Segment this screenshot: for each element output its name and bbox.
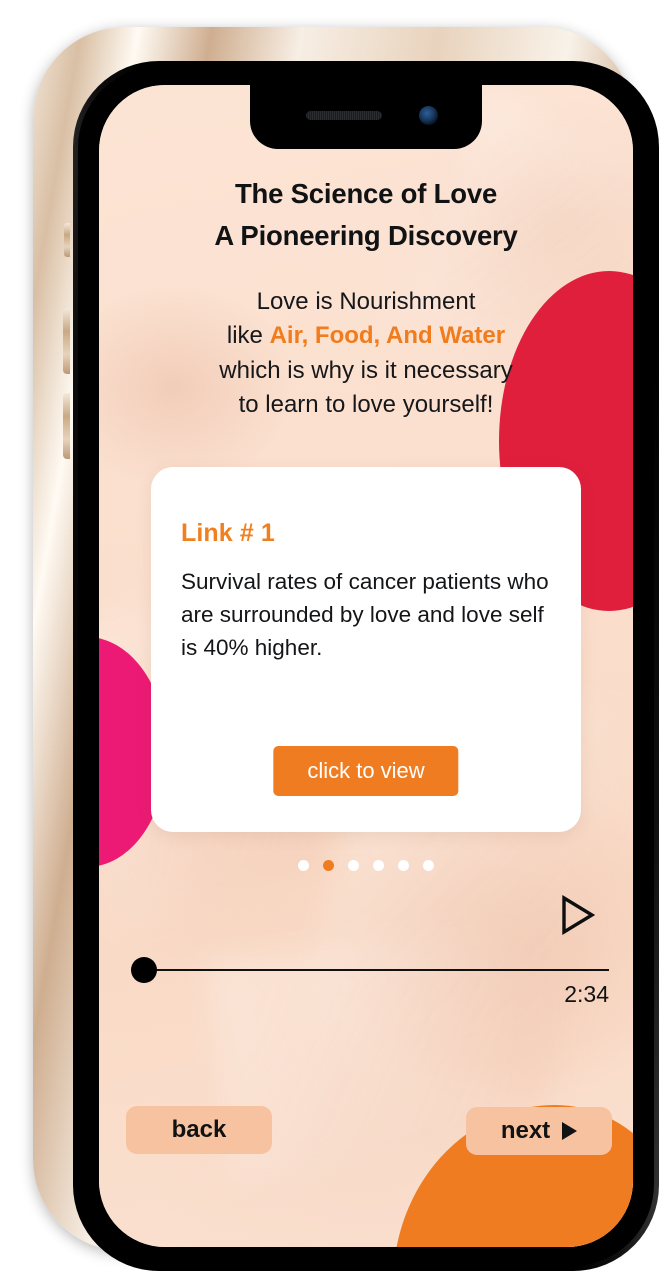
play-triangle-filled-icon [562,1122,578,1140]
back-button[interactable]: back [126,1106,272,1154]
play-button[interactable] [559,894,596,936]
phone-frame-outer: The Science of Love A Pioneering Discove… [33,27,659,1271]
page-title-line-1: The Science of Love [234,178,498,209]
next-button-label: next [500,1117,551,1144]
pagination-dot-2[interactable] [323,860,334,871]
screenshot-stage: The Science of Love A Pioneering Discove… [0,0,667,1278]
link-card-body: Survival rates of cancer patients who ar… [181,569,549,660]
next-button[interactable]: next [466,1107,612,1155]
mute-switch-button[interactable] [64,223,70,257]
time-remaining-label: 2:34 [564,981,609,1007]
subtitle-line-3: which is why is it necessary [219,356,513,384]
pagination-dot-3[interactable] [348,860,359,871]
subtitle-line-2-prefix: like [226,322,270,350]
subtitle-line-4: to learn to love yourself! [238,390,494,418]
speaker-grille-icon [306,111,382,120]
play-triangle-outline-icon [562,894,596,936]
pagination-dots [99,860,633,871]
page-title-line-2: A Pioneering Discovery [214,219,518,251]
progress-knob[interactable] [131,957,157,983]
pagination-dot-5[interactable] [398,860,409,871]
subtitle-line-1: Love is Nourishment [256,288,476,315]
phone-screen: The Science of Love A Pioneering Discove… [99,85,633,1247]
back-button-label: back [171,1116,227,1143]
subtitle-line-2: like Air, Food, And Water [113,319,619,353]
click-to-view-button[interactable]: click to view [273,746,459,796]
subtitle-highlight: Air, Food, And Water [269,322,506,350]
volume-down-button[interactable] [63,393,70,459]
device-notch [250,85,482,149]
progress-scrubber[interactable] [131,957,609,983]
subtitle-block: Love is Nourishment like Air, Food, And … [99,285,633,422]
app-content: The Science of Love A Pioneering Discove… [99,85,633,1247]
pagination-dot-4[interactable] [373,860,384,871]
pagination-dot-1[interactable] [298,860,309,871]
volume-up-button[interactable] [63,308,70,374]
progress-track[interactable] [139,969,609,971]
front-camera-icon [419,106,438,125]
pagination-dot-6[interactable] [423,860,434,871]
link-card-title: Link # 1 [181,519,275,547]
link-card: Link # 1 Survival rates of cancer patien… [151,467,581,832]
page-title: The Science of Love A Pioneering Discove… [99,173,633,257]
